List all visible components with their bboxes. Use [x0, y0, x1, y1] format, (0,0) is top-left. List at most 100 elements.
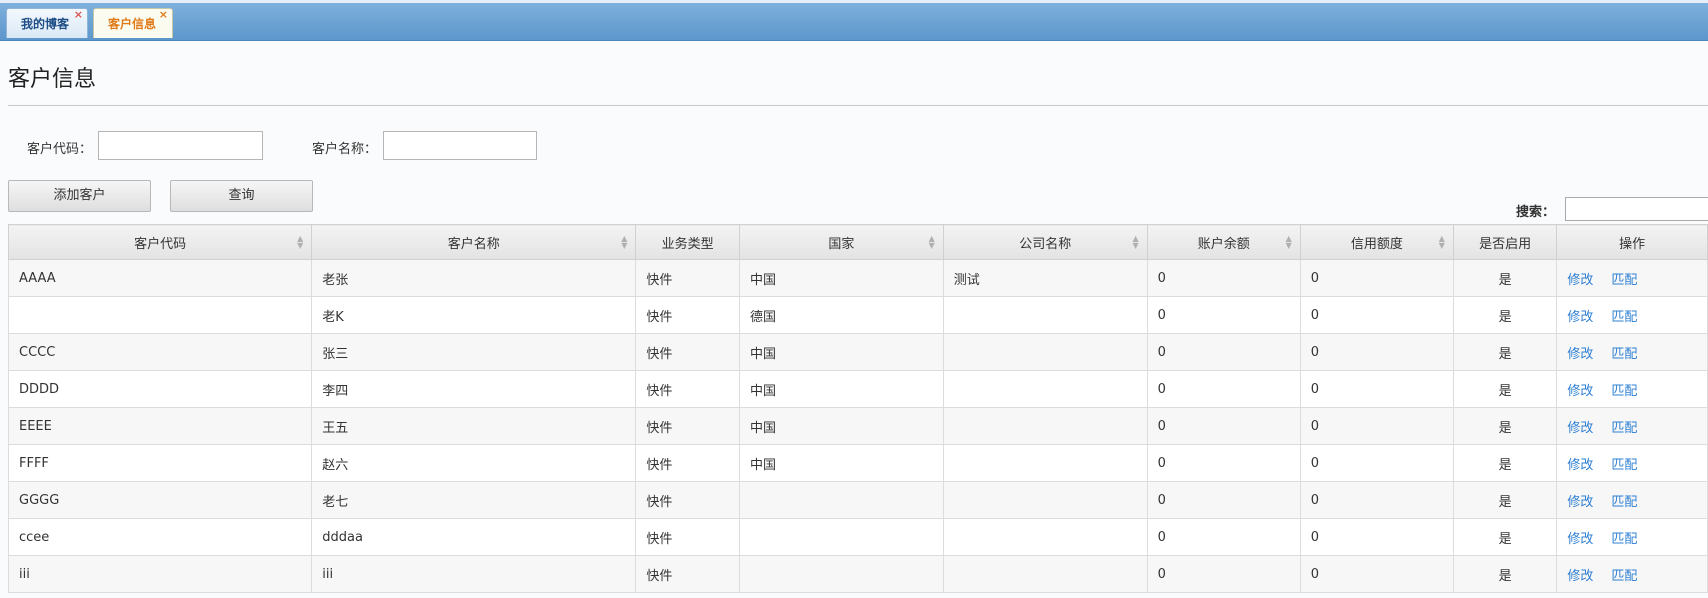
edit-link[interactable]: 修改: [1567, 384, 1593, 399]
cell-country: [738, 518, 944, 556]
cell-company: [942, 370, 1148, 408]
cell-actions: 修改 匹配: [1556, 481, 1708, 519]
match-link[interactable]: 匹配: [1611, 310, 1637, 325]
page-title: 客户信息: [8, 67, 97, 92]
cell-credit: 0: [1299, 259, 1454, 297]
table-row: FFFF 赵六 快件 中国 0 0 是修改 匹配: [7, 444, 1708, 482]
cell-balance: 0: [1146, 370, 1301, 408]
cell-credit: 0: [1299, 407, 1454, 445]
cell-name: 老张: [311, 259, 637, 297]
column-header-balance[interactable]: 账户余额 ▲ ▼: [1146, 224, 1301, 260]
sort-icon: ▲ ▼: [297, 234, 304, 250]
cell-type: 快件: [635, 444, 740, 482]
cell-country: 中国: [738, 444, 944, 482]
table-row: DDDD 李四 快件 中国 0 0 是修改 匹配: [7, 370, 1708, 408]
cell-name: 赵六: [311, 444, 637, 482]
cell-code: FFFF: [7, 444, 313, 482]
cell-company: [942, 481, 1148, 519]
table-row: iii iii 快件 0 0 是修改 匹配: [7, 555, 1708, 593]
cell-balance: 0: [1146, 518, 1301, 556]
cell-name: 张三: [311, 333, 637, 371]
column-header-actions: 操作: [1556, 224, 1708, 260]
edit-link[interactable]: 修改: [1567, 310, 1593, 325]
cell-code: GGGG: [7, 481, 313, 519]
customer-code-input[interactable]: [98, 131, 263, 160]
cell-enabled: 是: [1452, 407, 1558, 445]
column-header-company[interactable]: 公司名称 ▲ ▼: [942, 224, 1148, 260]
cell-credit: 0: [1299, 370, 1454, 408]
cell-actions: 修改 匹配: [1556, 407, 1708, 445]
match-link[interactable]: 匹配: [1611, 273, 1637, 288]
edit-link[interactable]: 修改: [1567, 569, 1593, 584]
edit-link[interactable]: 修改: [1567, 532, 1593, 547]
cell-company: [942, 555, 1148, 593]
edit-link[interactable]: 修改: [1567, 458, 1593, 473]
cell-name: iii: [311, 555, 637, 593]
cell-company: 测试: [942, 259, 1148, 297]
cell-name: 老七: [311, 481, 637, 519]
title-divider: [8, 105, 1708, 106]
cell-actions: 修改 匹配: [1556, 296, 1708, 334]
match-link[interactable]: 匹配: [1611, 495, 1637, 510]
cell-type: 快件: [635, 259, 740, 297]
search-input[interactable]: [1565, 197, 1708, 221]
cell-credit: 0: [1299, 333, 1454, 371]
cell-country: 中国: [738, 259, 944, 297]
edit-link[interactable]: 修改: [1567, 273, 1593, 288]
customer-name-input[interactable]: [383, 131, 537, 160]
sort-icon: ▲ ▼: [1285, 234, 1292, 250]
close-icon[interactable]: ×: [74, 0, 83, 30]
cell-type: 快件: [635, 555, 740, 593]
cell-balance: 0: [1146, 555, 1301, 593]
cell-code: DDDD: [7, 370, 313, 408]
column-header-type: 业务类型: [635, 224, 740, 260]
cell-code: EEEE: [7, 407, 313, 445]
column-header-code[interactable]: 客户代码 ▲ ▼: [7, 224, 313, 260]
table-header-row: 客户代码 ▲ ▼ 客户名称 ▲ ▼ 业务类型 国家 ▲ ▼ 公司名称 ▲ ▼ 账户余额 ▲ ▼ 信用…: [7, 224, 1708, 260]
cell-credit: 0: [1299, 481, 1454, 519]
tab-label: 我的博客: [21, 17, 70, 31]
sort-icon: ▲ ▼: [621, 234, 628, 250]
add-customer-button[interactable]: 添加客户: [8, 180, 151, 212]
edit-link[interactable]: 修改: [1567, 495, 1593, 510]
query-button[interactable]: 查询: [170, 180, 313, 212]
edit-link[interactable]: 修改: [1567, 421, 1593, 436]
match-link[interactable]: 匹配: [1611, 384, 1637, 399]
column-header-credit[interactable]: 信用额度 ▲ ▼: [1299, 224, 1454, 260]
table-row: CCCC 张三 快件 中国 0 0 是修改 匹配: [7, 333, 1708, 371]
customer-code-label: 客户代码：: [27, 142, 93, 157]
main-content: 客户信息 客户代码： 客户名称： 添加客户 查询 搜索： 客户代码 ▲ ▼ 客户名称…: [0, 41, 1708, 598]
table-row: AAAA 老张 快件 中国 测试 0 0 是修改 匹配: [7, 259, 1708, 297]
cell-credit: 0: [1299, 444, 1454, 482]
column-header-country[interactable]: 国家 ▲ ▼: [738, 224, 944, 260]
cell-country: 德国: [738, 296, 944, 334]
match-link[interactable]: 匹配: [1611, 458, 1637, 473]
match-link[interactable]: 匹配: [1611, 347, 1637, 362]
column-header-name[interactable]: 客户名称 ▲ ▼: [311, 224, 637, 260]
match-link[interactable]: 匹配: [1611, 421, 1637, 436]
match-link[interactable]: 匹配: [1611, 569, 1637, 584]
tab-my-blog[interactable]: 我的博客 ×: [6, 8, 88, 38]
edit-link[interactable]: 修改: [1567, 347, 1593, 362]
cell-company: [942, 444, 1148, 482]
table-row: EEEE 王五 快件 中国 0 0 是修改 匹配: [7, 407, 1708, 445]
close-icon[interactable]: ×: [159, 0, 168, 30]
cell-credit: 0: [1299, 555, 1454, 593]
cell-balance: 0: [1146, 407, 1301, 445]
cell-type: 快件: [635, 518, 740, 556]
cell-company: [942, 296, 1148, 334]
table-row: GGGG 老七 快件 0 0 是修改 匹配: [7, 481, 1708, 519]
match-link[interactable]: 匹配: [1611, 532, 1637, 547]
cell-country: 中国: [738, 333, 944, 371]
cell-code: iii: [7, 555, 313, 593]
search-label: 搜索：: [1516, 205, 1556, 220]
cell-actions: 修改 匹配: [1556, 518, 1708, 556]
cell-type: 快件: [635, 296, 740, 334]
cell-actions: 修改 匹配: [1556, 555, 1708, 593]
tab-customer-info[interactable]: 客户信息 ×: [93, 8, 173, 38]
cell-balance: 0: [1146, 333, 1301, 371]
cell-company: [942, 518, 1148, 556]
cell-enabled: 是: [1452, 518, 1558, 556]
column-header-enabled: 是否启用: [1452, 224, 1558, 260]
cell-credit: 0: [1299, 518, 1454, 556]
